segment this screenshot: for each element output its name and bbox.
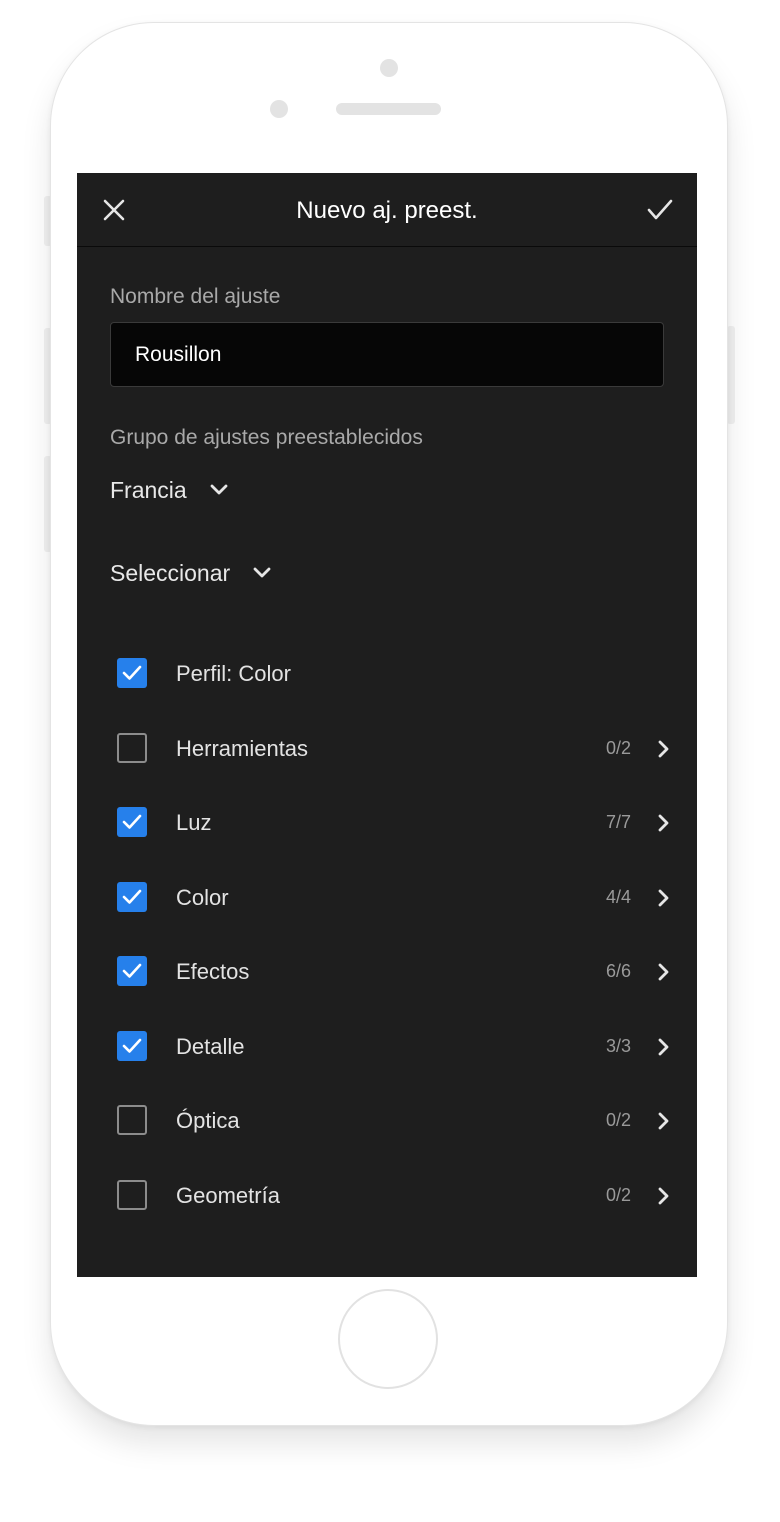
setting-count: 6/6 (605, 961, 631, 981)
close-icon (103, 199, 125, 221)
setting-checkbox[interactable] (117, 658, 147, 688)
page-title: Nuevo aj. preest. (296, 197, 478, 224)
checkmark-icon (647, 199, 673, 220)
power-button (727, 326, 735, 424)
checkmark-icon (122, 814, 142, 829)
top-bar: Nuevo aj. preest. (77, 173, 697, 247)
setting-checkbox[interactable] (117, 881, 147, 912)
setting-checkbox[interactable] (117, 807, 147, 837)
setting-label: Óptica (176, 1108, 240, 1133)
setting-row[interactable]: Herramientas 0/2 (77, 720, 697, 776)
chevron-right-icon (658, 1038, 669, 1055)
setting-checkbox[interactable] (117, 956, 147, 986)
setting-count: 0/2 (605, 1184, 631, 1205)
setting-row[interactable]: Detalle 3/3 (77, 1018, 697, 1074)
chevron-right-icon (658, 814, 669, 832)
setting-row[interactable]: Óptica 0/2 (77, 1092, 697, 1148)
checkmark-icon (122, 963, 142, 978)
setting-label: Luz (176, 810, 212, 835)
chevron-right-icon (658, 963, 669, 981)
setting-checkbox[interactable] (117, 1179, 147, 1210)
front-camera (380, 59, 398, 77)
checkmark-icon (122, 665, 142, 680)
setting-checkbox[interactable] (117, 732, 147, 763)
preset-group-value: Francia (110, 476, 187, 503)
setting-row[interactable]: Color 4/4 (77, 869, 697, 925)
setting-count: 0/2 (605, 1110, 631, 1130)
confirm-button[interactable] (645, 195, 675, 225)
proximity-sensor (270, 100, 288, 118)
preset-group-label: Grupo de ajustes preestablecidos (110, 426, 423, 449)
preset-name-label: Nombre del ajuste (110, 285, 281, 308)
chevron-right-icon (658, 1187, 669, 1204)
chevron-right-icon (658, 1112, 669, 1130)
chevron-right-icon (658, 889, 669, 906)
setting-row[interactable]: Geometría 0/2 (77, 1167, 697, 1223)
setting-label: Perfil: Color (176, 661, 291, 686)
select-label: Seleccionar (110, 559, 231, 586)
home-button[interactable] (338, 1289, 438, 1389)
new-preset-screen: Nuevo aj. preest. Nombre del ajuste Grup… (77, 173, 697, 1277)
setting-checkbox[interactable] (117, 1030, 147, 1061)
setting-label: Detalle (176, 1033, 245, 1059)
chevron-down-icon (210, 484, 228, 495)
select-dropdown[interactable]: Seleccionar (110, 553, 272, 593)
close-button[interactable] (99, 195, 129, 225)
setting-label: Geometría (176, 1182, 280, 1208)
setting-checkbox[interactable] (117, 1105, 147, 1135)
chevron-down-icon (253, 567, 271, 578)
earpiece-speaker (336, 103, 441, 115)
setting-row[interactable]: Efectos 6/6 (77, 943, 697, 999)
setting-row[interactable]: Perfil: Color (77, 645, 697, 701)
setting-label: Efectos (176, 959, 250, 984)
chevron-right-icon (658, 740, 669, 757)
checkmark-icon (122, 889, 142, 904)
setting-count: 3/3 (605, 1035, 631, 1056)
setting-row[interactable]: Luz 7/7 (77, 794, 697, 850)
setting-count: 0/2 (605, 737, 631, 758)
setting-label: Color (176, 884, 229, 910)
setting-label: Herramientas (176, 735, 309, 761)
preset-name-input[interactable] (110, 322, 664, 387)
setting-count: 4/4 (605, 886, 631, 907)
preset-group-dropdown[interactable]: Francia (110, 470, 229, 510)
setting-count: 7/7 (605, 812, 631, 832)
checkmark-icon (122, 1038, 142, 1053)
